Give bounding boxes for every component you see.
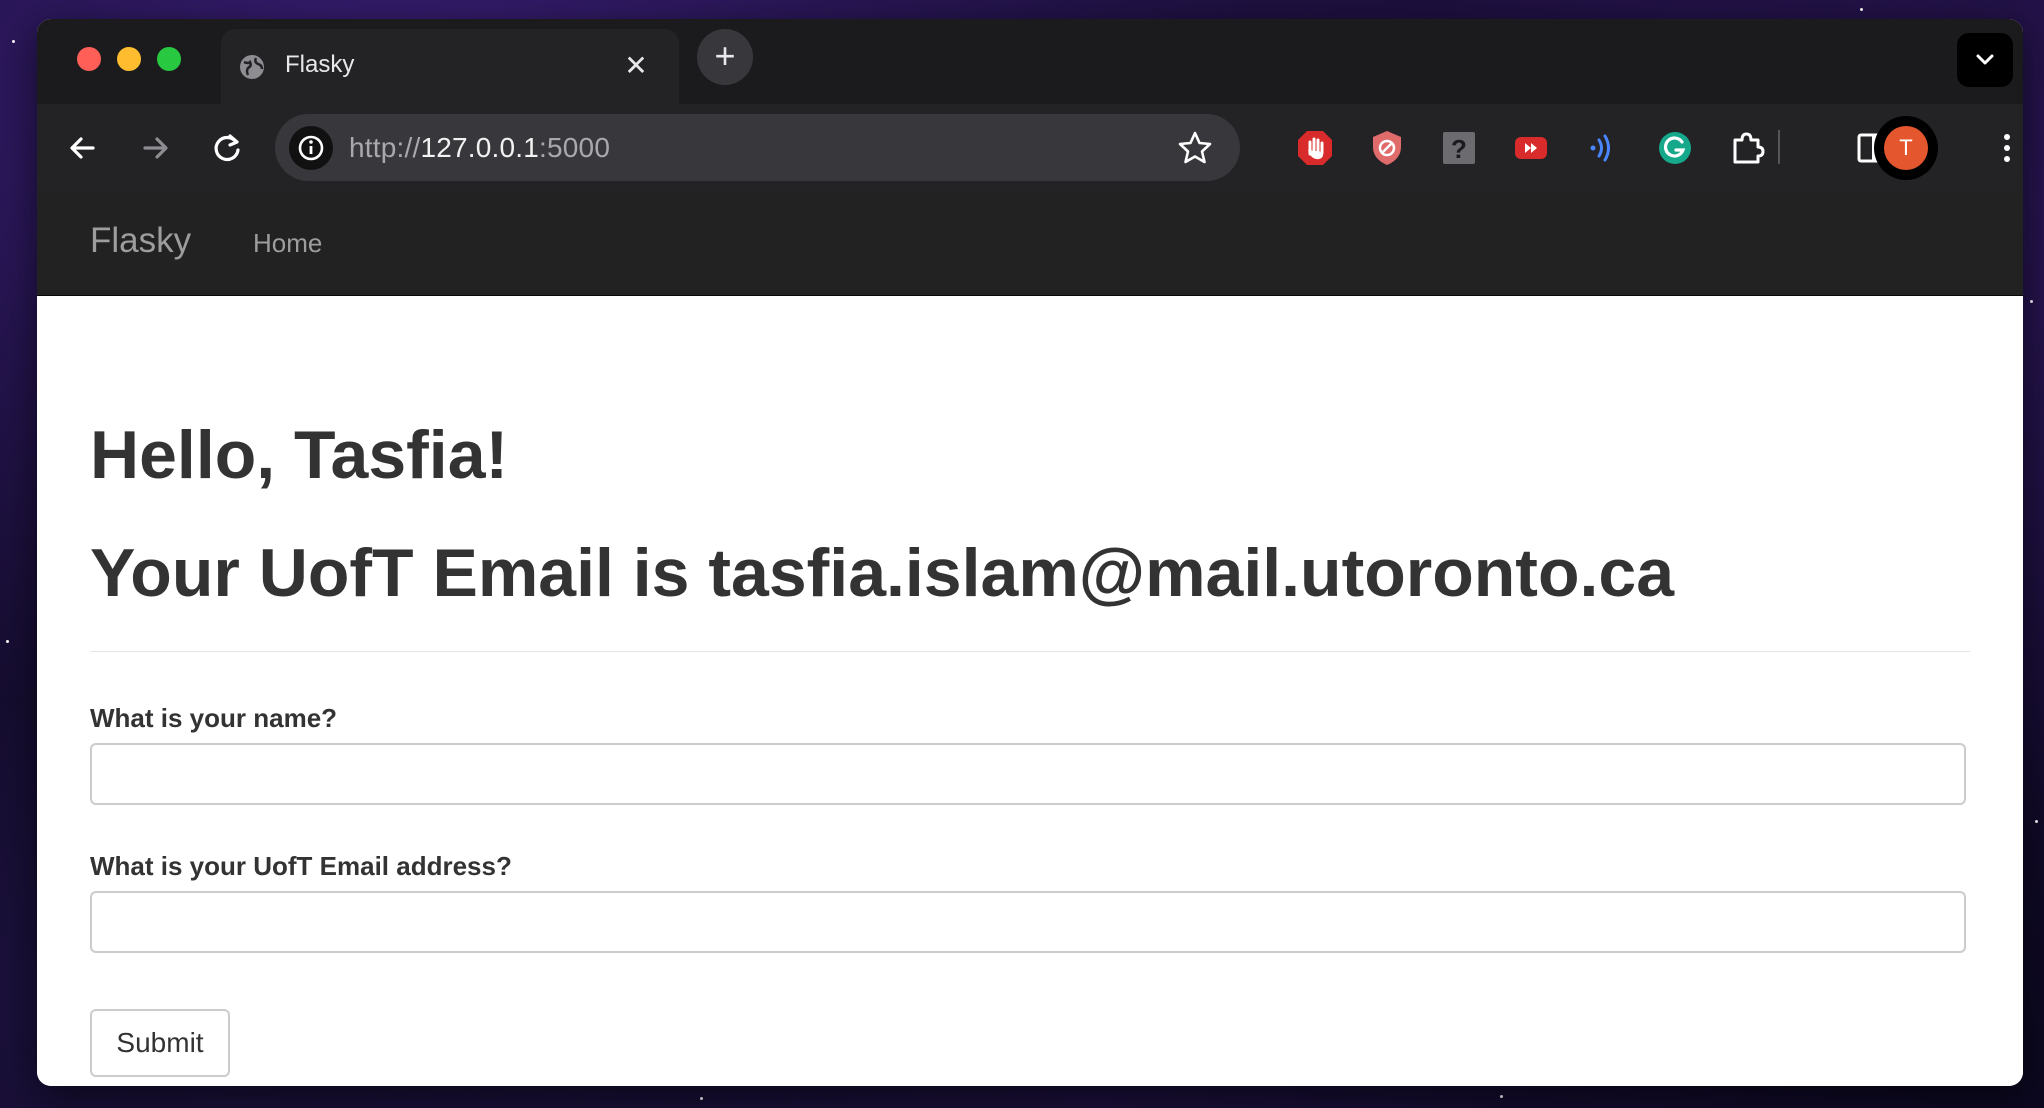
greeting-heading: Hello, Tasfia! (90, 417, 509, 493)
email-heading: Your UofT Email is tasfia.islam@mail.uto… (90, 535, 1675, 611)
browser-window: Flasky ✕ + http://127.0.0.1:5000 ? T Fla… (37, 19, 2023, 1086)
new-tab-button[interactable]: + (697, 29, 753, 85)
back-arrow-icon[interactable] (61, 126, 105, 170)
url-scheme: http:// (349, 132, 421, 163)
extensions-puzzle-icon[interactable] (1727, 128, 1767, 168)
address-bar[interactable]: http://127.0.0.1:5000 (275, 114, 1240, 181)
site-info-button[interactable] (289, 126, 333, 170)
nav-link-home[interactable]: Home (253, 228, 322, 259)
background-star (12, 40, 15, 43)
background-star (2030, 300, 2033, 303)
url-text[interactable]: http://127.0.0.1:5000 (349, 132, 610, 164)
globe-icon (240, 55, 264, 79)
navbar-brand[interactable]: Flasky (90, 221, 191, 261)
background-star (6, 640, 9, 643)
adblock-hand-icon[interactable] (1295, 128, 1335, 168)
info-icon (298, 135, 324, 161)
name-label: What is your name? (90, 703, 338, 733)
tab-strip: Flasky ✕ + (37, 19, 2023, 104)
tab-flasky[interactable]: Flasky ✕ (221, 29, 679, 104)
reload-icon[interactable] (205, 126, 249, 170)
read-aloud-waves-icon[interactable] (1583, 128, 1623, 168)
email-label: What is your UofT Email address? (90, 851, 512, 881)
background-star (1500, 1095, 1503, 1098)
avatar[interactable]: T (1884, 126, 1928, 170)
youtube-speed-icon[interactable] (1511, 128, 1551, 168)
background-star (2035, 820, 2038, 823)
forward-arrow-icon[interactable] (133, 126, 177, 170)
url-port: :5000 (539, 132, 611, 163)
maximize-window-button[interactable] (157, 47, 181, 71)
chevron-down-icon (1976, 54, 1994, 65)
svg-text:?: ? (1451, 134, 1467, 164)
tab-title: Flasky (285, 51, 355, 78)
kebab-menu-icon[interactable] (1995, 128, 2019, 168)
close-window-button[interactable] (77, 47, 101, 71)
minimize-window-button[interactable] (117, 47, 141, 71)
tab-close-icon[interactable]: ✕ (621, 51, 651, 81)
grammarly-icon[interactable] (1655, 128, 1695, 168)
toolbar-divider (1778, 130, 1780, 164)
name-input[interactable] (90, 743, 1966, 805)
email-input[interactable] (90, 891, 1966, 953)
browser-toolbar: http://127.0.0.1:5000 ? T (37, 104, 2023, 192)
privacy-shield-icon[interactable] (1367, 128, 1407, 168)
divider (90, 651, 1970, 652)
background-star (1860, 8, 1863, 11)
submit-button[interactable]: Submit (90, 1009, 230, 1077)
help-question-icon[interactable]: ? (1439, 128, 1479, 168)
url-host: 127.0.0.1 (420, 132, 540, 163)
tab-search-button[interactable] (1957, 33, 2013, 87)
background-star (700, 1097, 703, 1100)
web-page: Flasky Home Hello, Tasfia! Your UofT Ema… (37, 191, 2023, 1086)
bookmark-star-icon[interactable] (1175, 128, 1215, 168)
site-navbar: Flasky Home (37, 191, 2023, 296)
